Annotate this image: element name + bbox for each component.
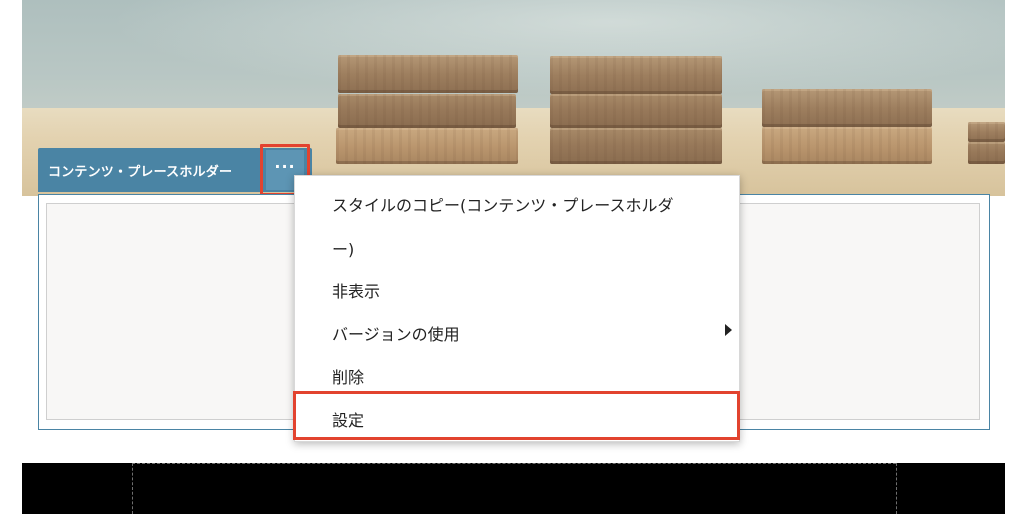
settings-highlight-box: [293, 391, 740, 440]
footer-block: [22, 463, 1005, 514]
menu-item-delete[interactable]: 削除: [295, 364, 739, 388]
dashed-guide: [132, 463, 133, 514]
menu-item-hide[interactable]: 非表示: [295, 278, 739, 302]
page-canvas: コンテンツ・プレースホルダー ··· スタイルのコピー(コンテンツ・プレースホル…: [0, 0, 1024, 514]
menu-item-copy-style[interactable]: スタイルのコピー(コンテンツ・プレースホルダ: [295, 192, 739, 216]
menu-item-copy-style-continued[interactable]: ー): [295, 236, 739, 260]
triangle-right-icon: [725, 324, 732, 336]
dashed-guide: [896, 463, 897, 514]
dashed-guide: [132, 463, 896, 464]
menu-item-use-version[interactable]: バージョンの使用: [295, 321, 739, 345]
content-placeholder-label: コンテンツ・プレースホルダー: [48, 165, 233, 180]
